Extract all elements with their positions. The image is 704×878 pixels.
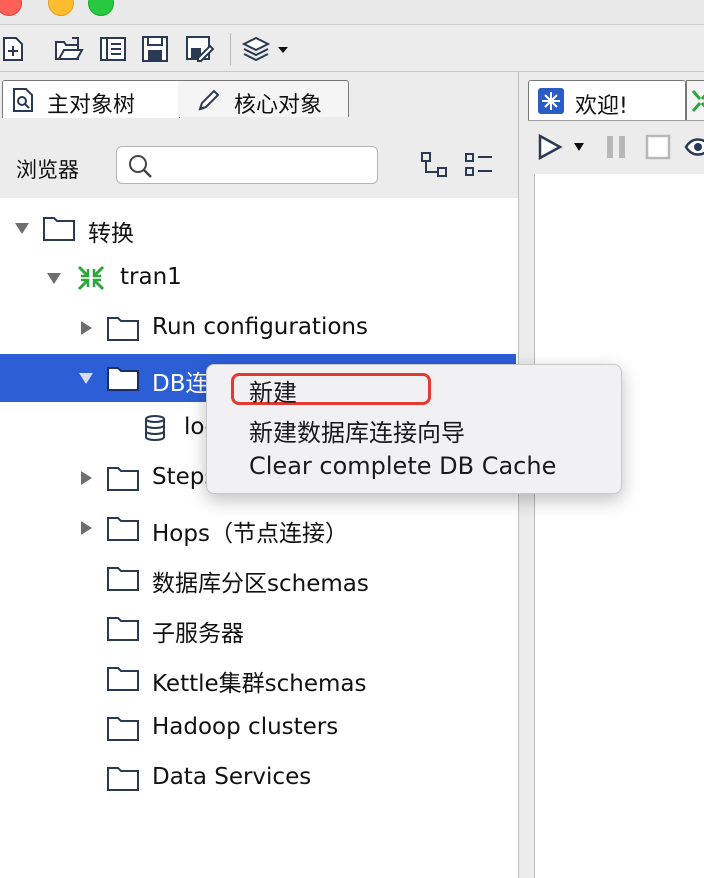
context-menu: 新建 新建数据库连接向导 Clear complete DB Cache [206,364,622,494]
new-file-icon [3,37,23,61]
run-dropdown-icon[interactable] [574,143,584,151]
tree-item-label: 子服务器 [152,621,244,647]
save-button[interactable] [140,34,170,64]
tree-item-data-services[interactable]: Data Services [0,754,516,802]
minimize-window-button[interactable] [48,0,74,16]
preview-eye-icon[interactable] [684,133,704,161]
search-box[interactable] [116,146,378,184]
open-file-button[interactable] [54,34,84,64]
folder-icon [107,467,139,491]
perspective-button[interactable] [240,34,294,64]
toolbar-separator [230,33,231,65]
pencil-icon [198,89,220,111]
tree-document-icon [13,88,33,112]
browser-label: 浏览器 [16,158,79,182]
tree-item-hadoop-clusters[interactable]: Hadoop clusters [0,704,516,752]
folder-icon [107,517,139,541]
tab-transformation[interactable] [686,80,704,121]
layers-icon [241,36,288,62]
tree-item-partition-schemas[interactable]: 数据库分区schemas [0,554,516,602]
folder-icon [107,617,139,641]
tree-item-label: Hadoop clusters [152,714,339,740]
tree-item-label: Kettle集群schemas [152,671,367,697]
tab-welcome-label: 欢迎! [575,94,628,119]
tab-main-tree[interactable]: 主对象树 [2,80,180,119]
transformation-icon [691,90,704,112]
transformation-icon [77,265,105,291]
folder-icon [107,567,139,591]
tree-item-slave-servers[interactable]: 子服务器 [0,604,516,652]
transformation-canvas[interactable] [534,174,704,878]
tree-item-label: tran1 [120,264,182,290]
folder-icon [107,317,139,341]
collapsed-arrow-icon[interactable] [78,470,94,486]
welcome-icon [538,88,564,114]
tree-item-transformations[interactable]: 转换 [0,204,516,252]
zoom-window-button[interactable] [88,0,114,16]
folder-icon [107,767,139,791]
browser-search-row: 浏览器 [0,118,518,198]
database-icon [145,415,165,441]
explore-repository-button[interactable] [98,34,128,64]
tab-core-objects-label: 核心对象 [234,93,323,118]
expanded-arrow-icon[interactable] [14,220,30,236]
pause-icon[interactable] [604,133,630,161]
tree-item-label: Data Services [152,764,312,790]
menu-item-clear-db-cache[interactable]: Clear complete DB Cache [249,452,556,480]
tree-item-hops[interactable]: Hops（节点连接） [0,504,516,552]
tree-item-label: Run configurations [152,314,368,340]
expanded-arrow-icon[interactable] [46,270,62,286]
tree-item-tran1[interactable]: tran1 [0,254,516,302]
collapsed-arrow-icon[interactable] [78,320,94,336]
main-toolbar [0,25,704,72]
tree-item-run-configurations[interactable]: Run configurations [0,304,516,352]
open-folder-icon [55,37,84,60]
new-file-button[interactable] [0,34,30,64]
tree-view-icon[interactable] [418,148,452,182]
menu-item-new[interactable]: 新建 [249,373,297,408]
save-as-button[interactable] [184,34,214,64]
folder-icon [107,717,139,741]
list-view-icon[interactable] [462,148,496,182]
tree-item-label: 转换 [88,221,134,247]
tree-item-kettle-cluster-schemas[interactable]: Kettle集群schemas [0,654,516,702]
left-tab-strip: 主对象树 核心对象 [0,72,518,119]
close-window-button[interactable] [0,0,22,16]
list-document-icon [100,37,126,61]
search-icon [129,155,152,178]
save-as-icon [186,36,214,62]
search-input[interactable] [155,151,369,181]
tree-item-label: Hops（节点连接） [152,521,348,547]
folder-icon [107,367,139,391]
object-tree: 转换 tran1 Run configurations DB连接 Steps H… [0,200,518,878]
tab-welcome[interactable]: 欢迎! [528,80,686,121]
tab-main-tree-label: 主对象树 [47,93,136,118]
collapsed-arrow-icon[interactable] [78,520,94,536]
stop-icon[interactable] [644,133,672,161]
tab-core-objects[interactable]: 核心对象 [178,80,349,118]
folder-icon [43,217,75,241]
expanded-arrow-icon[interactable] [78,370,94,386]
window-titlebar [0,0,704,25]
folder-icon [107,667,139,691]
run-icon[interactable] [536,133,564,161]
save-icon [142,36,168,62]
tree-item-label: 数据库分区schemas [152,571,369,597]
canvas-toolbar [528,120,704,173]
menu-item-new-db-wizard[interactable]: 新建数据库连接向导 [249,413,465,448]
